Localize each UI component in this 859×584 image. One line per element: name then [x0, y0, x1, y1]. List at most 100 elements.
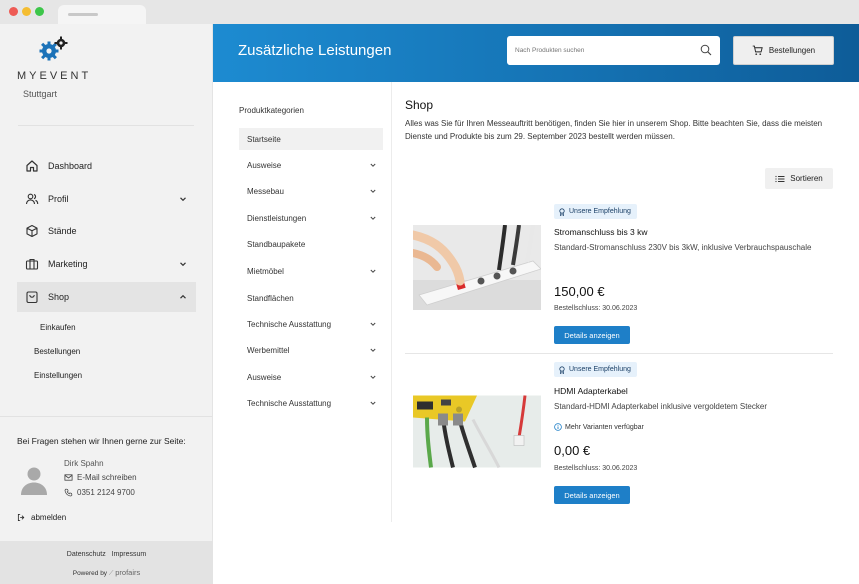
sidebar-item-label: Profil — [48, 194, 69, 204]
phone-link[interactable]: 0351 2124 9700 — [64, 488, 135, 497]
gears-logo-icon — [39, 36, 68, 61]
close-window-button[interactable] — [9, 7, 18, 16]
logout-button[interactable]: abmelden — [17, 513, 66, 522]
chevron-down-icon — [370, 269, 376, 273]
award-icon — [559, 207, 565, 216]
email-link[interactable]: E-Mail schreiben — [64, 473, 137, 482]
award-icon — [559, 365, 565, 374]
categories-title: Produktkategorien — [239, 106, 304, 115]
recommendation-badge: Unsere Empfehlung — [554, 362, 637, 377]
sidebar-item-label: Dashboard — [48, 161, 93, 171]
minimize-window-button[interactable] — [22, 7, 31, 16]
category-technische-ausstattung[interactable]: Technische Ausstattung — [239, 313, 383, 335]
footer-links: Datenschutz Impressum — [0, 551, 213, 558]
window-chrome — [0, 0, 859, 24]
powered-by-label: Powered by — [72, 570, 108, 577]
product-price: 0,00 € — [554, 443, 591, 458]
category-ausweise[interactable]: Ausweise — [239, 154, 383, 176]
category-werbemittel[interactable]: Werbemittel — [239, 339, 383, 361]
powered-by: Powered by ⟋ profairs — [0, 568, 213, 578]
logout-icon — [17, 513, 25, 522]
category-label: Standflächen — [247, 293, 294, 303]
details-button[interactable]: Details anzeigen — [554, 326, 630, 344]
product-price: 150,00 € — [554, 284, 605, 299]
main-content: Produktkategorien Startseite Ausweise Me… — [213, 82, 859, 584]
phone-number: 0351 2124 9700 — [77, 488, 135, 497]
sidebar-item-marketing[interactable]: Marketing — [17, 249, 196, 279]
search-box — [507, 36, 720, 65]
product-card: Unsere Empfehlung Stromanschluss bis 3 k… — [405, 204, 833, 352]
chevron-down-icon — [370, 348, 376, 352]
sort-label: Sortieren — [790, 174, 823, 183]
mail-icon — [64, 474, 73, 481]
shop-description: Alles was Sie für Ihren Messeauftritt be… — [405, 119, 823, 141]
category-label: Ausweise — [247, 160, 282, 170]
phone-icon — [64, 488, 73, 497]
category-label: Technische Ausstattung — [247, 398, 332, 408]
category-label: Startseite — [247, 134, 281, 144]
product-image-hdmi-cable[interactable] — [413, 389, 541, 474]
product-name: HDMI Adapterkabel — [554, 386, 628, 396]
sidebar-divider — [0, 416, 212, 417]
briefcase-icon — [25, 258, 39, 270]
chevron-down-icon — [180, 197, 186, 202]
category-standbaupakete[interactable]: Standbaupakete — [239, 233, 383, 255]
chevron-down-icon — [370, 401, 376, 405]
category-label: Mietmöbel — [247, 266, 284, 276]
product-deadline: Bestellschluss: 30.06.2023 — [554, 305, 638, 312]
category-ausweise-2[interactable]: Ausweise — [239, 366, 383, 388]
sidebar-divider — [18, 125, 194, 126]
recommendation-badge: Unsere Empfehlung — [554, 204, 637, 219]
sidebar-item-dashboard[interactable]: Dashboard — [17, 151, 196, 181]
category-messebau[interactable]: Messebau — [239, 180, 383, 202]
sidebar-subitem-einkaufen[interactable]: Einkaufen — [40, 323, 76, 332]
chevron-up-icon — [180, 294, 186, 299]
product-description: Standard-Stromanschluss 230V bis 3kW, in… — [554, 243, 812, 252]
category-dienstleistungen[interactable]: Dienstleistungen — [239, 207, 383, 229]
category-label: Dienstleistungen — [247, 213, 307, 223]
imprint-link[interactable]: Impressum — [112, 551, 147, 558]
chevron-down-icon — [180, 262, 186, 267]
box-icon — [26, 224, 38, 238]
category-label: Werbemittel — [247, 345, 290, 355]
category-technische-ausstattung-2[interactable]: Technische Ausstattung — [239, 392, 383, 414]
sidebar-item-label: Stände — [48, 226, 77, 236]
list-sort-icon — [775, 175, 785, 182]
details-button[interactable]: Details anzeigen — [554, 486, 630, 504]
email-label: E-Mail schreiben — [77, 473, 137, 482]
category-label: Messebau — [247, 186, 284, 196]
sidebar-item-label: Shop — [48, 292, 70, 302]
category-label: Technische Ausstattung — [247, 319, 332, 329]
chevron-down-icon — [370, 216, 376, 220]
category-mietmoebel[interactable]: Mietmöbel — [239, 260, 383, 282]
avatar-icon — [21, 467, 47, 495]
sidebar-item-shop[interactable]: Shop — [17, 282, 196, 312]
contact-name: Dirk Spahn — [64, 459, 104, 468]
users-icon — [25, 193, 39, 205]
category-label: Standbaupakete — [247, 239, 306, 249]
brand-name: MYEVENT — [17, 70, 92, 82]
brand-city: Stuttgart — [23, 89, 58, 99]
sidebar-subitem-einstellungen[interactable]: Einstellungen — [34, 371, 82, 380]
sidebar-item-profil[interactable]: Profil — [17, 184, 196, 214]
sort-button[interactable]: Sortieren — [765, 168, 833, 189]
chevron-down-icon — [370, 375, 376, 379]
sidebar-item-staende[interactable]: Stände — [17, 216, 196, 246]
privacy-link[interactable]: Datenschutz — [67, 551, 106, 558]
product-deadline: Bestellschluss: 30.06.2023 — [554, 465, 638, 472]
browser-tab[interactable] — [58, 5, 146, 24]
orders-button[interactable]: Bestellungen — [733, 36, 834, 65]
page-header: Zusätzliche Leistungen Bestellungen — [213, 24, 859, 82]
category-standflaechen[interactable]: Standflächen — [239, 287, 383, 309]
category-label: Ausweise — [247, 372, 282, 382]
sidebar-subitem-bestellungen[interactable]: Bestellungen — [34, 347, 80, 356]
search-icon[interactable] — [700, 44, 712, 56]
category-startseite[interactable]: Startseite — [239, 128, 383, 150]
variants-info: Mehr Varianten verfügbar — [554, 423, 644, 431]
product-divider — [405, 353, 833, 354]
search-input[interactable] — [515, 44, 695, 57]
chevron-down-icon — [370, 322, 376, 326]
maximize-window-button[interactable] — [35, 7, 44, 16]
product-image-power-strip[interactable] — [413, 225, 541, 310]
cart-icon — [752, 45, 763, 55]
